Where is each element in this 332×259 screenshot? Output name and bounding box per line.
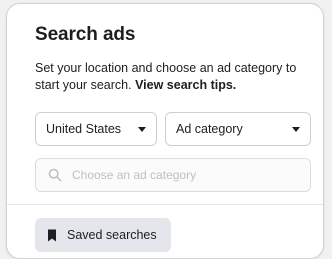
saved-searches-button[interactable]: Saved searches [35, 218, 171, 252]
saved-searches-label: Saved searches [67, 228, 157, 242]
ad-category-dropdown[interactable]: Ad category [165, 112, 311, 146]
chevron-down-icon [138, 126, 146, 132]
search-field[interactable] [35, 158, 311, 192]
search-icon [48, 168, 62, 182]
ad-category-dropdown-value: Ad category [176, 122, 243, 136]
bookmark-icon [48, 229, 56, 241]
chevron-down-icon [292, 126, 300, 132]
panel-description: Set your location and choose an ad categ… [35, 60, 307, 94]
search-input[interactable] [72, 168, 298, 182]
view-search-tips-link[interactable]: View search tips. [135, 78, 236, 92]
country-dropdown-value: United States [46, 122, 122, 136]
divider [7, 204, 323, 205]
panel-title: Search ads [35, 24, 136, 45]
search-ads-panel: Search ads Set your location and choose … [6, 3, 324, 259]
country-dropdown[interactable]: United States [35, 112, 157, 146]
